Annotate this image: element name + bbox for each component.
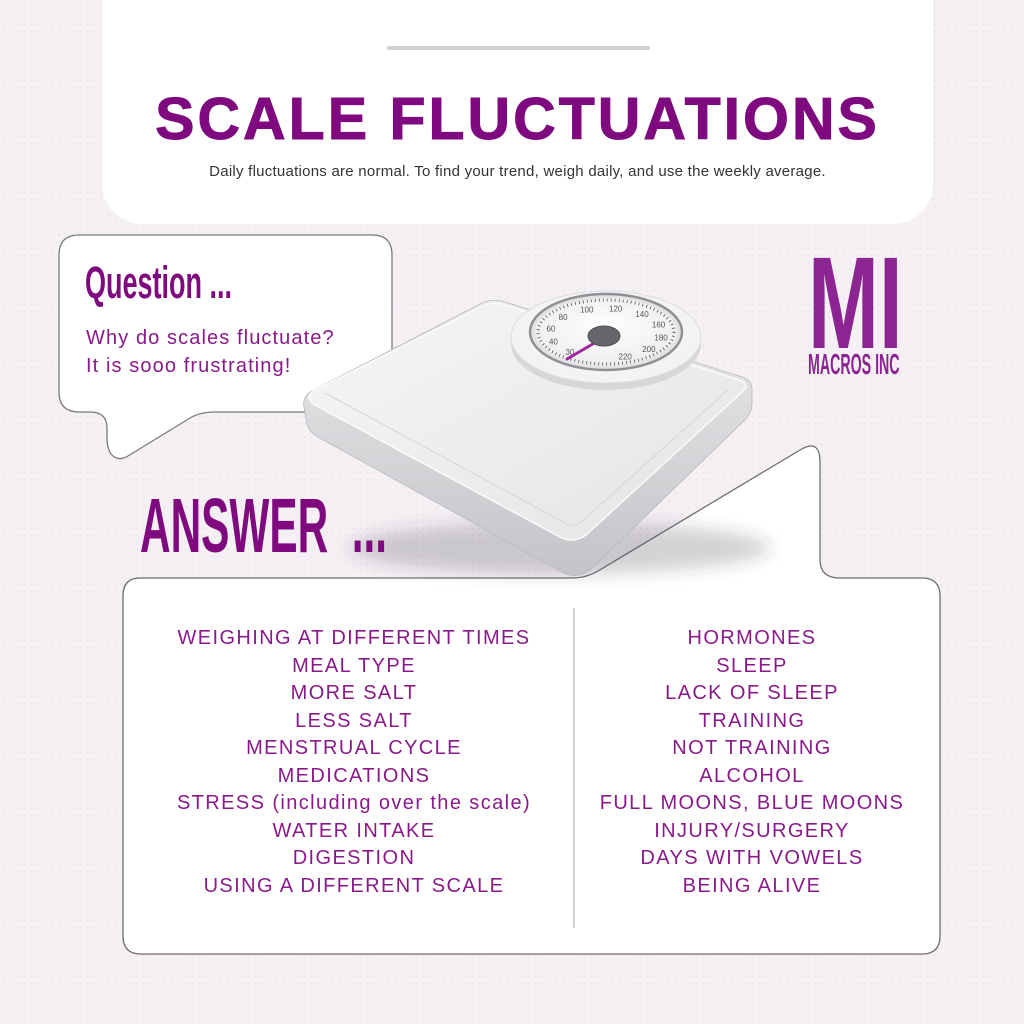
list-item: LESS SALT xyxy=(295,709,413,732)
dial-label: 60 xyxy=(546,325,555,334)
list-item: MEAL TYPE xyxy=(292,654,416,677)
list-item: TRAINING xyxy=(698,709,806,732)
dial-label: 180 xyxy=(654,333,668,342)
answer-list-right: HORMONES SLEEP LACK OF SLEEP TRAINING NO… xyxy=(532,625,972,900)
list-item: DIGESTION xyxy=(292,847,416,869)
list-item: BEING ALIVE xyxy=(682,874,822,897)
list-item: SLEEP xyxy=(716,654,788,677)
dial-label: 100 xyxy=(580,306,594,315)
dial-label: 80 xyxy=(559,313,568,322)
dial-label: 160 xyxy=(652,320,666,329)
dial-label: 40 xyxy=(549,338,558,347)
list-item: MENSTRUAL CYCLE xyxy=(246,737,462,759)
list-item: LACK OF SLEEP xyxy=(665,682,839,704)
dial-label: 140 xyxy=(635,310,649,319)
list-item: NOT TRAINING xyxy=(672,737,832,759)
list-item: USING A DIFFERENT SCALE xyxy=(203,874,505,897)
question-line: Why do scales fluctuate? xyxy=(86,327,335,349)
list-item: FULL MOONS, BLUE MOONS xyxy=(599,792,905,814)
answer-heading: ANSWER ... xyxy=(140,483,388,569)
logo-name: MACROS INC xyxy=(808,349,900,381)
list-item: WATER INTAKE xyxy=(272,819,436,842)
dial-label: 220 xyxy=(619,353,633,362)
dial-label: 200 xyxy=(642,345,656,354)
list-item: ALCOHOL xyxy=(699,764,805,787)
list-item: MORE SALT xyxy=(290,682,418,704)
question-heading: Question ... xyxy=(85,257,233,308)
list-item: HORMONES xyxy=(687,627,817,649)
list-item: WEIGHING AT DIFFERENT TIMES xyxy=(177,627,531,649)
dial-knob xyxy=(587,325,621,347)
list-item: DAYS WITH VOWELS xyxy=(640,847,864,869)
question-line: It is sooo frustrating! xyxy=(86,355,292,377)
list-item: MEDICATIONS xyxy=(277,764,431,787)
answer-list-left: WEIGHING AT DIFFERENT TIMES MEAL TYPE MO… xyxy=(134,625,574,900)
list-item: INJURY/SURGERY xyxy=(654,819,850,842)
list-item: STRESS (including over the scale) xyxy=(176,792,532,814)
dial-label: 120 xyxy=(609,304,623,313)
